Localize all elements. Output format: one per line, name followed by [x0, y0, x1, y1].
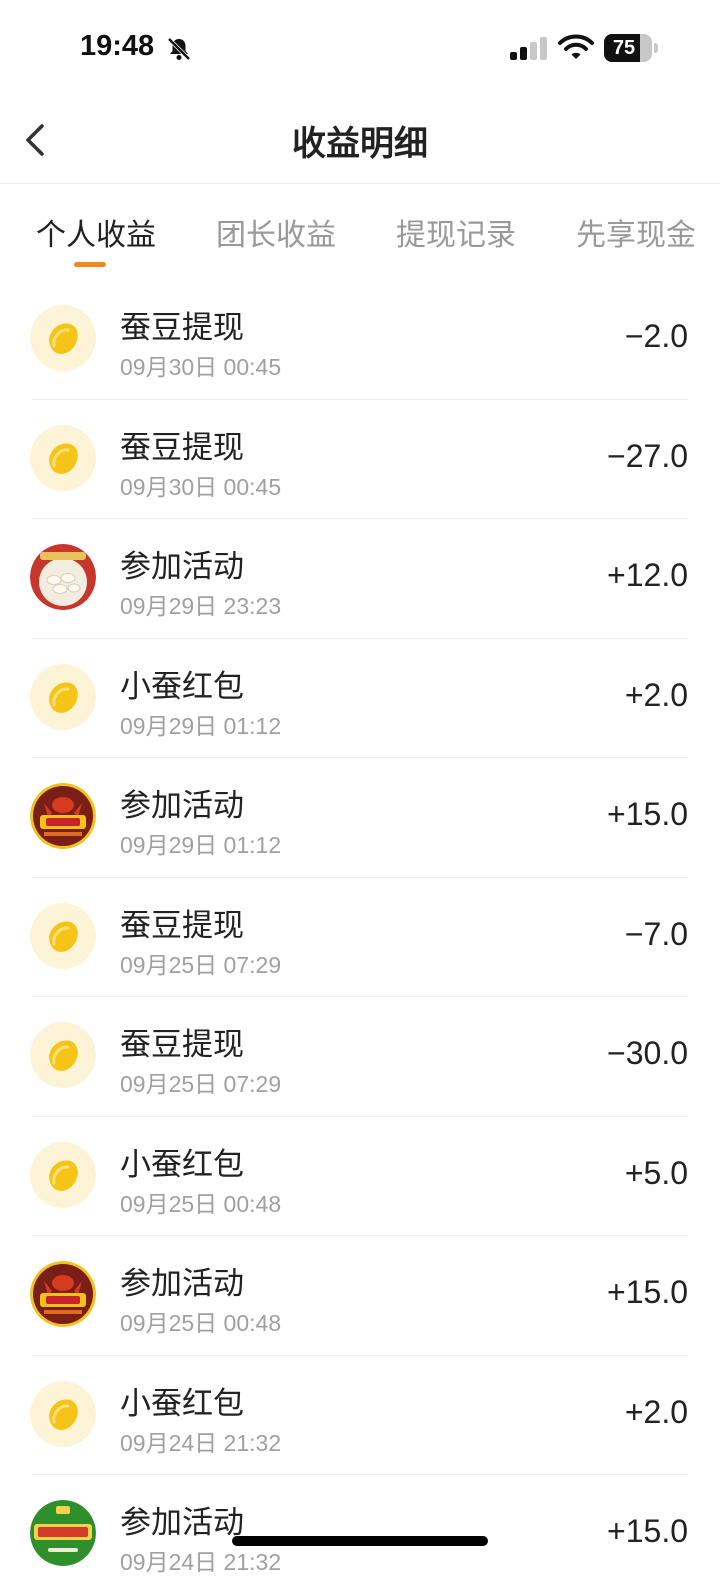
record-amount: −2.0: [624, 318, 688, 354]
record-time: 09月25日 07:29: [120, 951, 282, 978]
nav-bar: 收益明细: [0, 96, 720, 184]
record-amount: +2.0: [624, 1393, 688, 1430]
record-time: 09月29日 23:23: [120, 593, 282, 619]
record-title: 小蚕红包: [120, 1146, 244, 1183]
income-record-row[interactable]: 参加活动 09月29日 23:23 +12.0: [0, 519, 720, 639]
wifi-icon: [558, 34, 594, 59]
record-amount: −30.0: [607, 1035, 688, 1071]
record-amount: +5.0: [624, 1154, 688, 1191]
record-title: 参加活动: [120, 788, 244, 824]
record-amount: −7.0: [624, 915, 688, 952]
income-record-list: 蚕豆提现 09月30日 00:45 −2.0 蚕豆提现 09月30日 00:45 −27.…: [0, 280, 720, 1595]
income-record-row[interactable]: 蚕豆提现 09月30日 00:45 −2.0: [0, 280, 720, 400]
income-record-row[interactable]: 蚕豆提现 09月30日 00:45 −27.0: [0, 400, 720, 519]
record-amount: +12.0: [607, 557, 688, 593]
bean-icon: [30, 305, 96, 371]
record-time: 09月24日 21:32: [120, 1429, 282, 1456]
bell-slash-icon: [167, 37, 191, 61]
record-title: 蚕豆提现: [120, 429, 244, 466]
record-time: 09月30日 00:45: [120, 354, 282, 380]
bean-icon: [30, 1022, 96, 1088]
record-title: 小蚕红包: [120, 1385, 244, 1422]
bean-icon: [30, 1380, 96, 1447]
signal-icon: [510, 37, 547, 60]
bean-icon: [30, 902, 96, 969]
income-record-row[interactable]: 参加活动 09月25日 00:48 +15.0: [0, 1236, 720, 1356]
page-title: 收益明细: [292, 124, 428, 164]
record-title: 蚕豆提现: [120, 1027, 244, 1063]
active-tab-indicator: [74, 262, 106, 267]
record-time: 09月25日 00:48: [120, 1310, 282, 1336]
record-time: 09月29日 01:12: [120, 712, 282, 739]
activity-avatar: [30, 1261, 96, 1327]
tab-bar: 个人收益 团长收益 提现记录 先享现金: [0, 184, 720, 272]
record-title: 小蚕红包: [120, 668, 244, 705]
income-record-row[interactable]: 蚕豆提现 09月25日 07:29 −30.0: [0, 997, 720, 1117]
bean-icon: [30, 424, 96, 491]
bean-icon: [30, 1141, 96, 1208]
record-time: 09月30日 00:45: [120, 473, 282, 500]
home-indicator[interactable]: [232, 1536, 488, 1546]
record-time: 09月25日 07:29: [120, 1071, 282, 1097]
status-time: 19:48: [80, 30, 155, 62]
income-record-row[interactable]: 参加活动 09月29日 01:12 +15.0: [0, 758, 720, 878]
record-amount: +15.0: [607, 796, 688, 832]
income-record-row[interactable]: 小蚕红包 09月24日 21:32 +2.0: [0, 1356, 720, 1475]
record-title: 参加活动: [120, 549, 244, 585]
tab-personal-income[interactable]: 个人收益: [36, 210, 156, 254]
activity-avatar: [30, 544, 96, 610]
activity-avatar: [30, 1500, 96, 1566]
record-amount: −27.0: [607, 437, 688, 474]
record-time: 09月24日 21:32: [120, 1549, 282, 1575]
battery-icon: 75: [604, 34, 658, 62]
record-time: 09月29日 01:12: [120, 832, 282, 858]
income-record-row[interactable]: 蚕豆提现 09月25日 07:29 −7.0: [0, 878, 720, 997]
record-title: 参加活动: [120, 1505, 244, 1541]
battery-percent: 75: [612, 37, 636, 59]
bean-icon: [30, 663, 96, 730]
record-title: 参加活动: [120, 1266, 244, 1302]
record-amount: +2.0: [624, 676, 688, 713]
record-time: 09月25日 00:48: [120, 1190, 282, 1217]
tab-leader-income[interactable]: 团长收益: [216, 210, 336, 254]
income-record-row[interactable]: 小蚕红包 09月29日 01:12 +2.0: [0, 639, 720, 758]
record-amount: +15.0: [607, 1274, 688, 1310]
record-amount: +15.0: [607, 1513, 688, 1549]
income-record-row[interactable]: 小蚕红包 09月25日 00:48 +5.0: [0, 1117, 720, 1236]
income-record-row[interactable]: 参加活动 09月24日 21:32 +15.0: [0, 1475, 720, 1595]
tab-advance-cash[interactable]: 先享现金: [576, 210, 696, 254]
activity-avatar: [30, 783, 96, 849]
record-title: 蚕豆提现: [120, 907, 244, 944]
status-bar: 19:48 75: [0, 0, 720, 96]
record-title: 蚕豆提现: [120, 310, 244, 346]
tab-withdraw-records[interactable]: 提现记录: [396, 210, 516, 254]
